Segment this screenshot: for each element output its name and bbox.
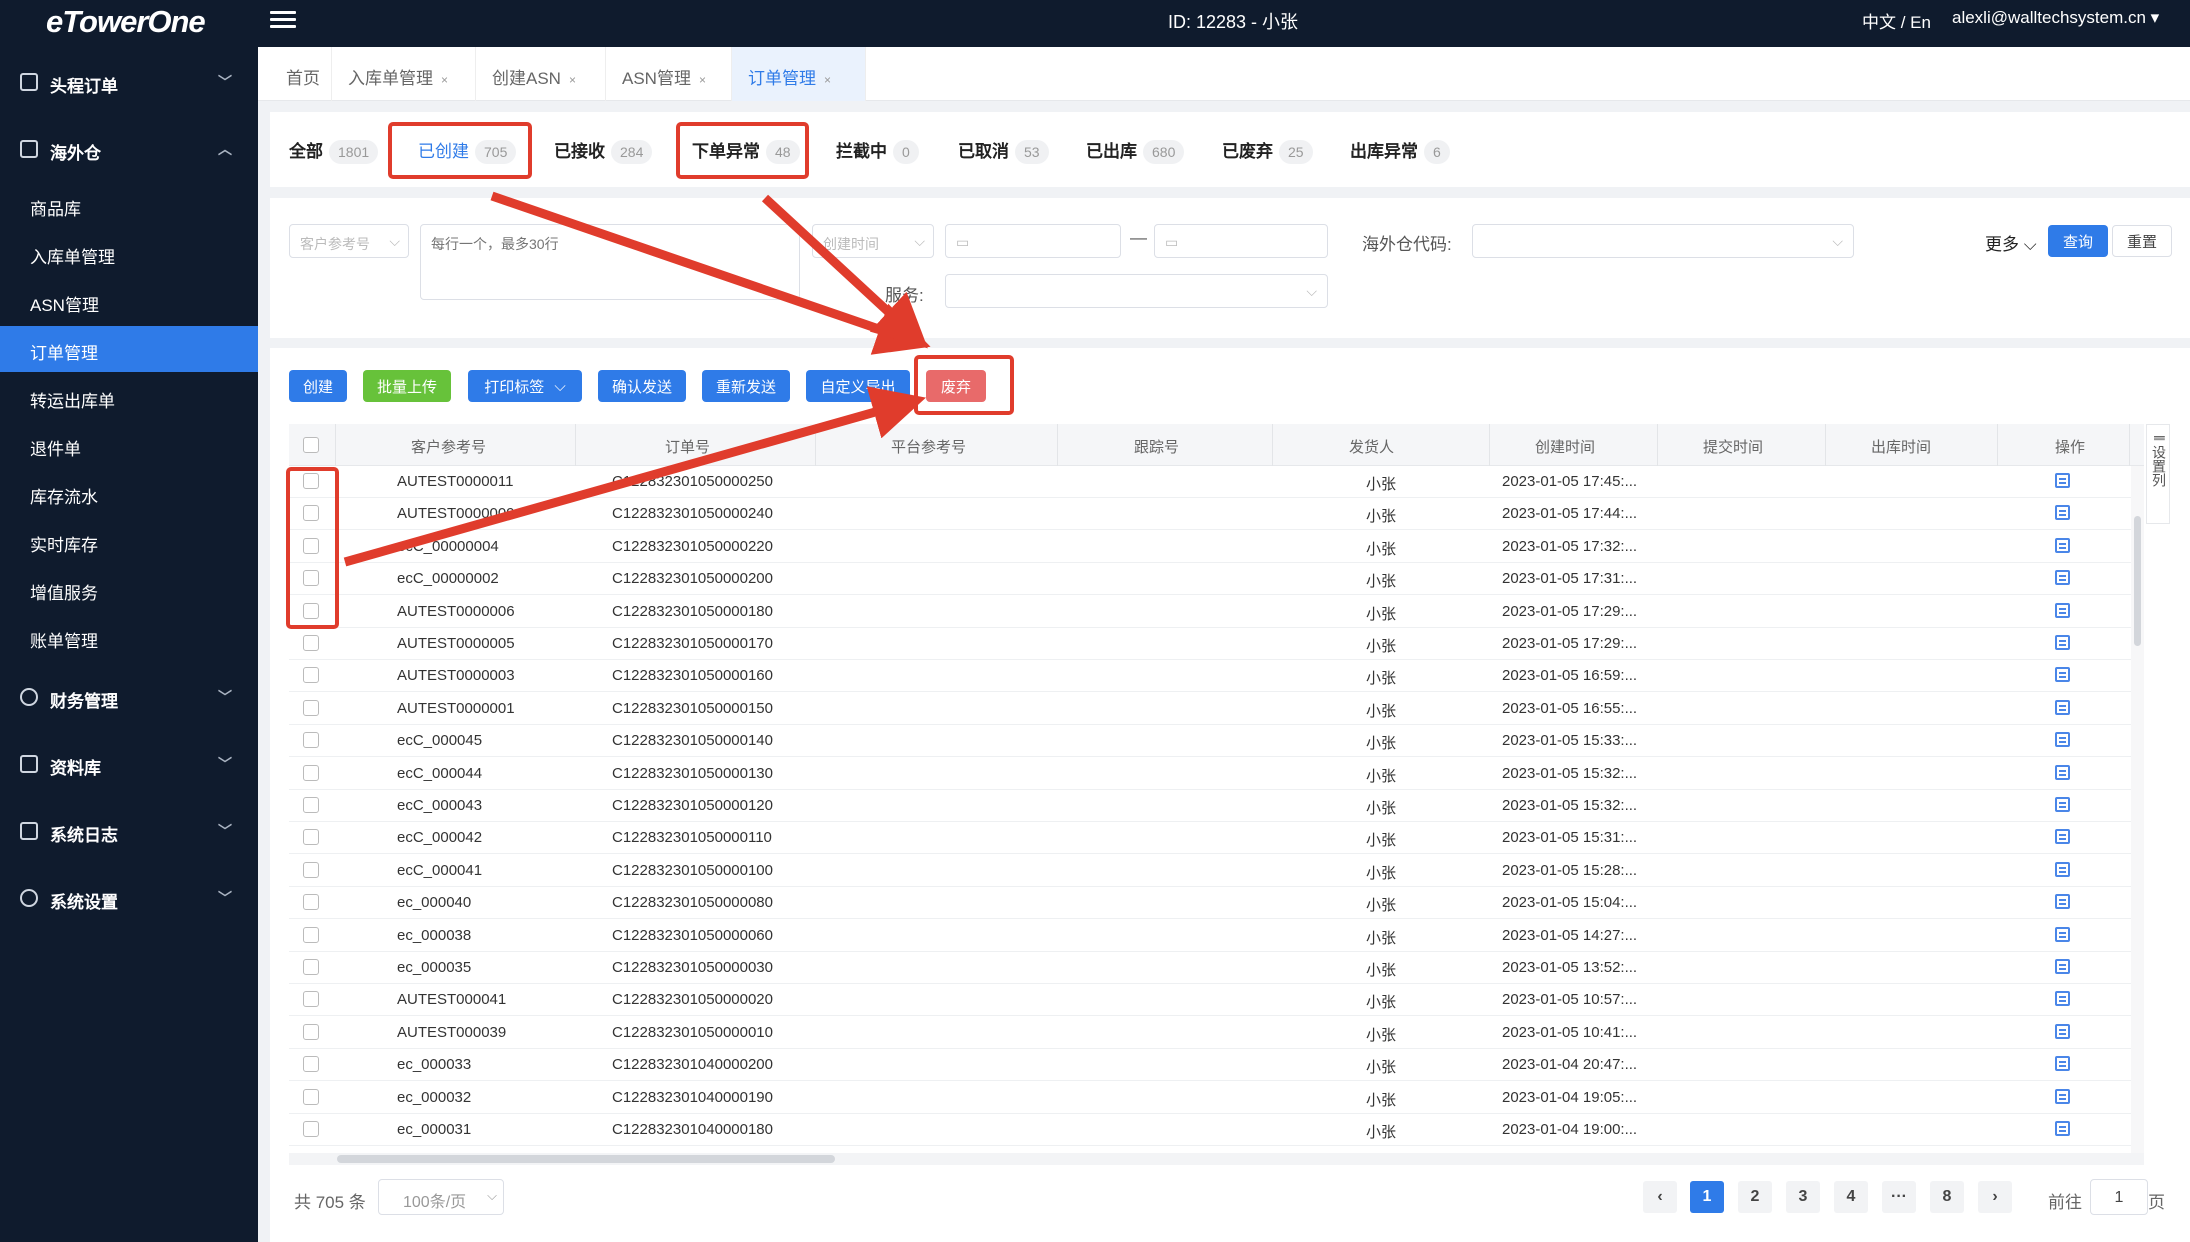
annotation-arrows [343,191,931,567]
